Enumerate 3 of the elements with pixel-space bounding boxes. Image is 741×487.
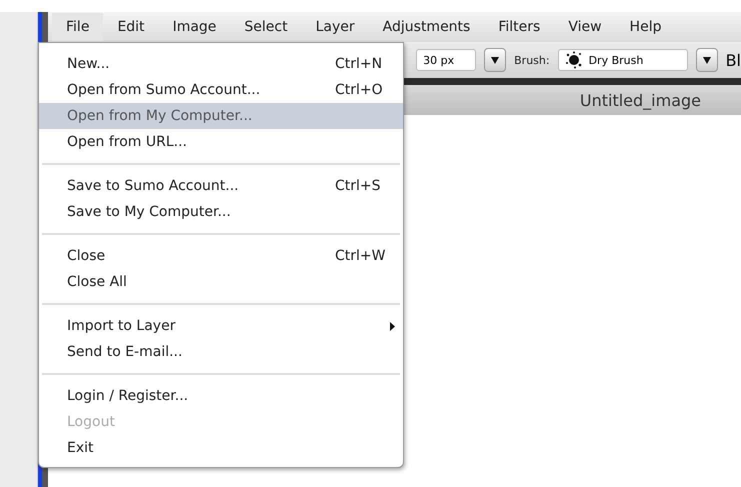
document-title: Untitled_image bbox=[580, 90, 701, 110]
toolbar-label: Bl bbox=[726, 50, 741, 70]
brush-label: Brush: bbox=[514, 54, 550, 66]
